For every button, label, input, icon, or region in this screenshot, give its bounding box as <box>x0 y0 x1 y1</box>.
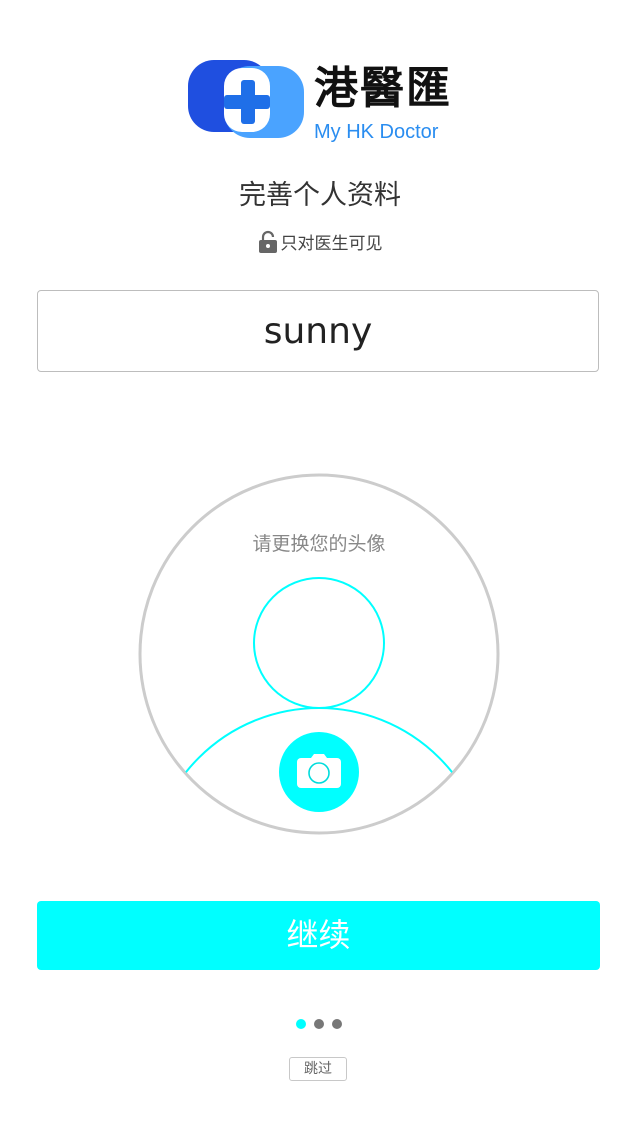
page-dot <box>314 1019 324 1029</box>
app-logo: 港醫匯 My HK Doctor <box>188 58 458 148</box>
nickname-input[interactable] <box>37 290 599 372</box>
page-indicator <box>296 1019 346 1031</box>
avatar-hint: 请更换您的头像 <box>252 533 386 555</box>
medical-cross-logo-icon <box>188 60 304 138</box>
logo-chinese-name: 港醫匯 <box>314 63 452 114</box>
page-dot <box>332 1019 342 1029</box>
skip-button[interactable]: 跳过 <box>289 1057 347 1081</box>
privacy-note: 只对医生可见 <box>0 230 640 257</box>
page-dot-active <box>296 1019 306 1029</box>
logo-english-name: My HK Doctor <box>314 121 439 143</box>
camera-icon <box>297 754 341 788</box>
privacy-note-label: 只对医生可见 <box>280 234 383 254</box>
change-avatar-button[interactable] <box>279 732 359 812</box>
continue-button[interactable]: 继续 <box>37 901 600 970</box>
lock-icon <box>258 230 277 253</box>
avatar-picker[interactable]: 请更换您的头像 <box>138 473 500 835</box>
page-title: 完善个人资料 <box>239 180 401 211</box>
